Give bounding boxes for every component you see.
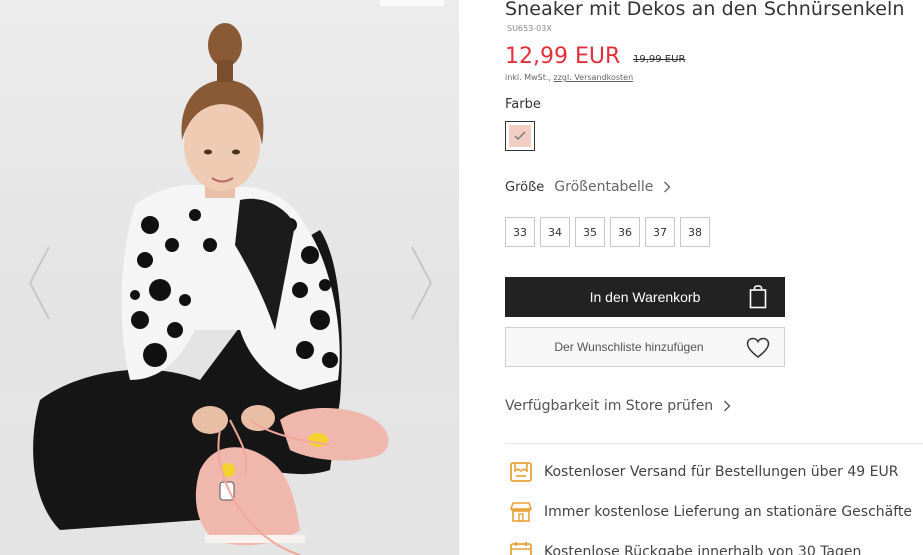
size-options: 33 34 35 36 37 38 bbox=[505, 217, 710, 247]
model-photo bbox=[0, 23, 459, 555]
previous-image-arrow-icon[interactable] bbox=[27, 245, 53, 321]
product-image bbox=[0, 0, 459, 555]
store-availability-link[interactable]: Verfügbarkeit im Store prüfen bbox=[505, 398, 731, 414]
heart-icon bbox=[746, 337, 770, 358]
size-option-34[interactable]: 34 bbox=[540, 217, 570, 247]
benefit-text: Kostenloser Versand für Bestellungen übe… bbox=[544, 464, 899, 480]
product-info-panel: Sneaker mit Dekos an den Schnürsenkeln S… bbox=[459, 0, 923, 555]
calendar-icon bbox=[510, 542, 532, 555]
benefit-text: Kostenlose Rückgabe innerhalb von 30 Tag… bbox=[544, 544, 862, 555]
tax-note: inkl. MwSt., zzgl. Versandkosten bbox=[505, 73, 633, 82]
size-row: Größe Größentabelle bbox=[505, 179, 671, 195]
add-to-cart-button[interactable]: In den Warenkorb bbox=[505, 277, 785, 317]
shipping-costs-link[interactable]: zzgl. Versandkosten bbox=[554, 73, 634, 82]
product-title: Sneaker mit Dekos an den Schnürsenkeln bbox=[505, 0, 905, 20]
benefit-free-shipping: Kostenloser Versand für Bestellungen übe… bbox=[509, 460, 898, 484]
store-icon bbox=[509, 502, 533, 522]
size-option-37[interactable]: 37 bbox=[645, 217, 675, 247]
checkmark-icon bbox=[514, 131, 526, 140]
chevron-right-icon[interactable] bbox=[663, 181, 671, 193]
truck-icon bbox=[510, 462, 532, 482]
size-label: Größe bbox=[505, 179, 545, 195]
next-image-arrow-icon[interactable] bbox=[408, 245, 434, 321]
add-to-cart-label: In den Warenkorb bbox=[589, 289, 701, 305]
chevron-right-icon bbox=[724, 400, 731, 412]
old-price: 19,99 EUR bbox=[633, 54, 686, 65]
color-swatch-fill bbox=[509, 125, 531, 147]
add-to-wishlist-label: Der Wunschliste hinzufügen bbox=[554, 340, 704, 354]
size-option-33[interactable]: 33 bbox=[505, 217, 535, 247]
benefit-store-delivery: Immer kostenlose Lieferung an stationäre… bbox=[509, 500, 912, 524]
image-thumbnail-indicator bbox=[380, 0, 444, 6]
benefit-free-returns: Kostenlose Rückgabe innerhalb von 30 Tag… bbox=[509, 540, 861, 555]
color-swatch[interactable] bbox=[505, 121, 535, 151]
size-option-36[interactable]: 36 bbox=[610, 217, 640, 247]
shopping-bag-icon bbox=[749, 285, 767, 309]
tax-note-text: inkl. MwSt., bbox=[505, 73, 551, 82]
store-availability-label: Verfügbarkeit im Store prüfen bbox=[505, 398, 714, 414]
size-guide-link[interactable]: Größentabelle bbox=[554, 179, 653, 195]
size-option-38[interactable]: 38 bbox=[680, 217, 710, 247]
color-label: Farbe bbox=[505, 97, 541, 112]
add-to-wishlist-button[interactable]: Der Wunschliste hinzufügen bbox=[505, 327, 785, 367]
divider bbox=[505, 443, 923, 444]
current-price: 12,99 EUR bbox=[505, 44, 621, 69]
benefit-text: Immer kostenlose Lieferung an stationäre… bbox=[544, 504, 913, 520]
product-sku: SU653-03X bbox=[507, 24, 552, 33]
size-option-35[interactable]: 35 bbox=[575, 217, 605, 247]
